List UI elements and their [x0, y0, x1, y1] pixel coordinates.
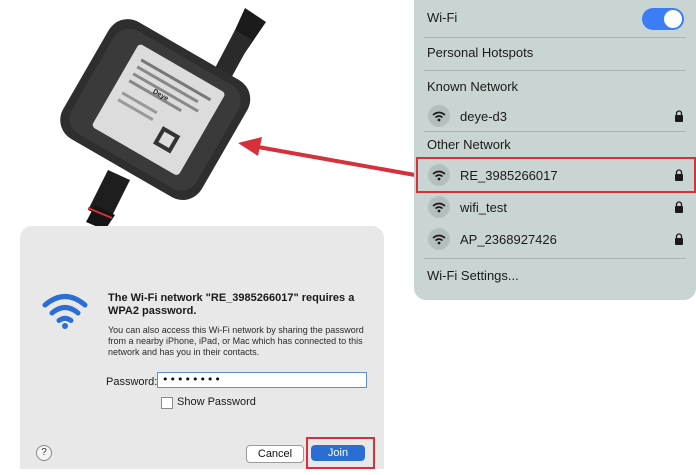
wifi-title: Wi-Fi: [427, 9, 458, 25]
join-highlight-box: [306, 437, 375, 469]
known-network-label: Known Network: [427, 78, 519, 94]
wifi-settings-item[interactable]: Wi-Fi Settings...: [414, 260, 696, 290]
lock-icon: [675, 233, 683, 245]
wifi-toggle[interactable]: [642, 8, 684, 30]
show-password-label: Show Password: [177, 396, 256, 408]
help-button[interactable]: ?: [36, 445, 52, 461]
other-network-label: Other Network: [427, 136, 511, 152]
network-name: deye-d3: [460, 108, 507, 124]
lock-icon: [675, 201, 683, 213]
show-password-checkbox[interactable]: [161, 397, 173, 409]
other-network-header: Other Network: [414, 129, 696, 159]
network-item-wifi-test[interactable]: wifi_test: [414, 192, 696, 222]
wifi-icon: [428, 105, 450, 127]
cancel-button[interactable]: Cancel: [246, 445, 304, 463]
wifi-icon: [428, 196, 450, 218]
dialog-message: You can also access this Wi-Fi network b…: [108, 325, 364, 357]
network-name: AP_2368927426: [460, 231, 557, 247]
personal-hotspots-label: Personal Hotspots: [427, 44, 534, 60]
wifi-password-dialog: The Wi-Fi network "RE_3985266017" requir…: [20, 226, 384, 469]
password-field[interactable]: ••••••••: [157, 372, 367, 388]
network-item-ap-2368927426[interactable]: AP_2368927426: [414, 224, 696, 254]
dialog-title: The Wi-Fi network "RE_3985266017" requir…: [108, 292, 355, 317]
lock-icon: [675, 110, 683, 122]
wifi-icon: [428, 228, 450, 250]
personal-hotspots-item[interactable]: Personal Hotspots: [414, 37, 696, 67]
network-item-deye-d3[interactable]: deye-d3: [414, 101, 696, 131]
wifi-menu-panel: Wi-Fi Personal Hotspots Known Network de…: [414, 0, 696, 300]
wifi-settings-label: Wi-Fi Settings...: [427, 267, 519, 283]
wifi-header-row: Wi-Fi: [414, 2, 696, 32]
known-network-header: Known Network: [414, 71, 696, 101]
network-name: wifi_test: [460, 199, 507, 215]
password-label: Password:: [106, 376, 158, 388]
device-image: [60, 8, 266, 230]
network-highlight-box: [416, 157, 696, 193]
wifi-large-icon: [42, 294, 88, 329]
